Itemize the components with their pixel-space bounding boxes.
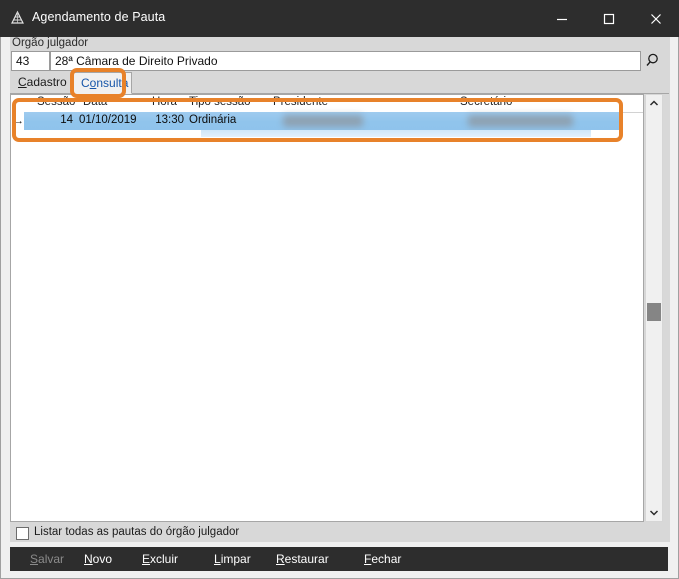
listar-todas-checkbox-label: Listar todas as pautas do órgão julgador — [34, 526, 240, 538]
column-header-secretario[interactable]: Secretário — [460, 96, 512, 108]
close-button-label: echar — [371, 552, 402, 566]
column-header-hora[interactable]: Hora — [152, 96, 177, 108]
org-julgador-label: Órgão julgador — [12, 37, 89, 49]
listar-todas-checkbox[interactable] — [16, 527, 29, 540]
row-highlight-band — [201, 130, 591, 137]
column-header-data[interactable]: Data — [83, 96, 107, 108]
vertical-scrollbar[interactable] — [645, 94, 663, 522]
bottom-toolbar: Salvar Novo Excluir Limpar Restaurar Fec… — [10, 547, 668, 571]
title-bar: Agendamento de Pauta — [0, 0, 679, 37]
table-row[interactable]: → 14 01/10/2019 13:30 Ordinária — [11, 112, 643, 130]
row-indicator-arrow: → — [13, 115, 24, 127]
delete-button-mnemonic: E — [142, 552, 151, 566]
org-code-input[interactable]: 43 — [11, 51, 50, 71]
cell-sessao: 14 — [60, 114, 73, 126]
restore-button[interactable]: Restaurar — [276, 547, 329, 571]
column-header-tipo-sessao[interactable]: Tipo sessão — [189, 96, 251, 108]
cell-tipo-sessao: Ordinária — [189, 114, 237, 126]
scrollbar-thumb[interactable] — [647, 303, 661, 321]
cell-hora: 13:30 — [155, 114, 184, 126]
close-button[interactable]: Fechar — [364, 547, 401, 571]
maximize-icon[interactable] — [586, 0, 632, 37]
new-button-label: ovo — [92, 552, 113, 566]
column-header-presidente[interactable]: Presidente — [273, 96, 328, 108]
save-button[interactable]: Salvar — [30, 547, 64, 571]
cell-data: 01/10/2019 — [79, 114, 137, 126]
justice-scales-icon — [9, 10, 26, 27]
tab-consulta[interactable]: Consulta — [72, 72, 132, 94]
clear-button-mnemonic: L — [214, 552, 221, 566]
tab-cadastro-mnemonic: C — [18, 75, 27, 89]
save-button-label: alvar — [38, 552, 65, 566]
cell-secretario-redacted — [468, 115, 573, 127]
new-button-mnemonic: N — [84, 552, 93, 566]
application-window: Agendamento de Pauta Órgão julgador 43 2… — [0, 0, 679, 579]
new-button[interactable]: Novo — [84, 547, 112, 571]
chevron-up-icon[interactable] — [646, 95, 662, 112]
results-grid[interactable]: Sessão Data Hora Tipo sessão Presidente … — [10, 94, 644, 522]
tab-cadastro-label: adastro — [26, 75, 67, 89]
column-header-sessao[interactable]: Sessão — [37, 96, 75, 108]
tab-consulta-label: nsulta — [96, 76, 129, 90]
save-button-mnemonic: S — [30, 552, 39, 566]
restore-button-mnemonic: R — [276, 552, 285, 566]
window-title: Agendamento de Pauta — [32, 10, 166, 24]
cell-presidente-redacted — [283, 115, 363, 127]
tab-cadastro[interactable]: Cadastro — [10, 72, 72, 94]
delete-button[interactable]: Excluir — [142, 547, 178, 571]
tab-strip: Cadastro Consulta — [10, 72, 669, 94]
delete-button-label: xcluir — [150, 552, 179, 566]
clear-button[interactable]: Limpar — [214, 547, 251, 571]
grid-header-row: Sessão Data Hora Tipo sessão Presidente … — [11, 95, 643, 113]
row-indicator-cell: → — [11, 112, 24, 130]
org-name-input[interactable]: 28ª Câmara de Direito Privado — [50, 51, 641, 71]
close-icon[interactable] — [633, 0, 679, 37]
chevron-down-icon[interactable] — [646, 504, 662, 521]
clear-button-label: impar — [220, 552, 251, 566]
tab-consulta-prefix: C — [81, 76, 90, 90]
restore-button-label: estaurar — [284, 552, 329, 566]
minimize-icon[interactable] — [539, 0, 585, 37]
magnifier-icon[interactable] — [641, 50, 663, 72]
